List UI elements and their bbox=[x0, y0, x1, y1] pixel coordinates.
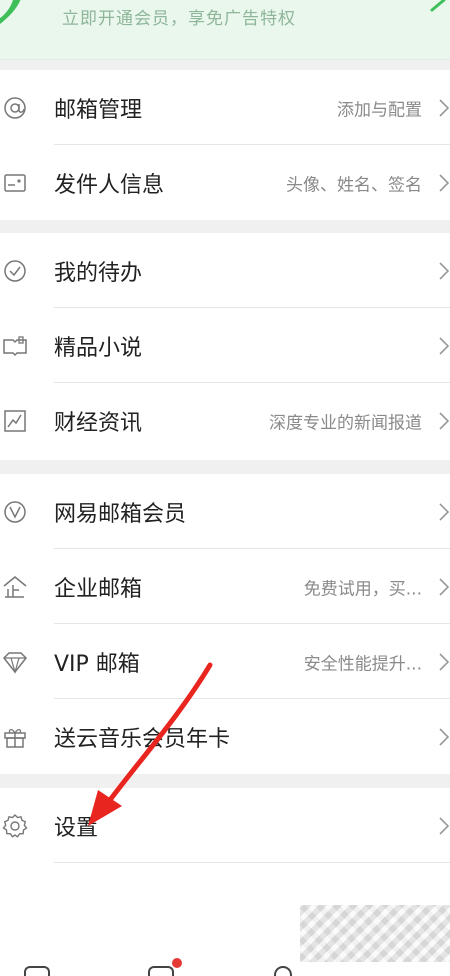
menu-item-cloud-music-gift[interactable]: 送云音乐会员年卡 bbox=[0, 699, 450, 774]
section-gap bbox=[0, 460, 450, 474]
chevron-right-icon bbox=[439, 502, 450, 521]
diamond-icon bbox=[2, 651, 28, 674]
menu-item-label: 邮箱管理 bbox=[54, 97, 143, 123]
menu-item-novels[interactable]: 精品小说 bbox=[0, 308, 450, 383]
menu-item-finance-news[interactable]: 财经资讯 深度专业的新闻报道 bbox=[0, 383, 450, 458]
menu-item-label: 企业邮箱 bbox=[54, 576, 143, 602]
menu-item-enterprise-mail[interactable]: 企业邮箱 免费试用，买... bbox=[0, 549, 450, 624]
check-circle-icon bbox=[4, 259, 26, 282]
vip-promo-banner[interactable]: 立即开通会员，享免广告特权 bbox=[0, 0, 450, 60]
tab-contacts[interactable] bbox=[148, 966, 174, 976]
menu-item-label: VIP 邮箱 bbox=[54, 651, 140, 677]
chevron-right-icon bbox=[439, 727, 450, 746]
chevron-right-icon bbox=[439, 652, 450, 671]
leaf-icon bbox=[0, 0, 21, 24]
id-card-icon bbox=[4, 173, 26, 192]
me-page: 立即开通会员，享免广告特权 邮箱管理 添加与配置 发件人信息 头像、姓名、签名 bbox=[0, 0, 450, 976]
menu-item-netease-membership[interactable]: 网易邮箱会员 bbox=[0, 474, 450, 549]
at-icon bbox=[4, 96, 26, 119]
menu-item-desc: 头像、姓名、签名 bbox=[286, 175, 422, 195]
menu-item-desc: 添加与配置 bbox=[337, 100, 422, 120]
menu-item-label: 送云音乐会员年卡 bbox=[54, 726, 231, 752]
menu-item-sender-info[interactable]: 发件人信息 头像、姓名、签名 bbox=[0, 145, 450, 220]
chevron-right-icon bbox=[439, 173, 450, 192]
chevron-right-icon bbox=[439, 336, 450, 355]
book-icon bbox=[3, 335, 27, 356]
menu-item-desc: 安全性能提升... bbox=[303, 654, 422, 674]
v-badge-icon bbox=[4, 500, 26, 523]
chevron-right-icon bbox=[439, 816, 450, 835]
section-gap bbox=[0, 60, 450, 70]
tab-mail[interactable] bbox=[24, 966, 50, 976]
bottom-tab-bar bbox=[0, 958, 450, 976]
promo-text: 立即开通会员，享免广告特权 bbox=[62, 9, 296, 29]
chart-icon bbox=[4, 409, 26, 432]
menu-item-label: 精品小说 bbox=[54, 335, 143, 361]
enterprise-icon bbox=[3, 575, 27, 598]
menu-item-desc: 深度专业的新闻报道 bbox=[269, 413, 422, 433]
section-gap bbox=[0, 774, 450, 788]
menu-item-vip-mail[interactable]: VIP 邮箱 安全性能提升... bbox=[0, 624, 450, 699]
menu-item-label: 发件人信息 bbox=[54, 172, 165, 198]
menu-item-settings[interactable]: 设置 bbox=[0, 788, 450, 863]
row-divider bbox=[54, 862, 450, 863]
gear-icon bbox=[2, 813, 28, 838]
menu-item-my-todos[interactable]: 我的待办 bbox=[0, 233, 450, 308]
section-gap bbox=[0, 220, 450, 233]
chevron-right-icon bbox=[439, 577, 450, 596]
menu-item-label: 网易邮箱会员 bbox=[54, 501, 187, 527]
menu-item-label: 设置 bbox=[54, 815, 99, 841]
notification-badge bbox=[172, 958, 182, 968]
chevron-right-icon bbox=[439, 261, 450, 280]
menu-item-mailbox-management[interactable]: 邮箱管理 添加与配置 bbox=[0, 70, 450, 145]
chevron-right-icon bbox=[439, 98, 450, 117]
chevron-right-icon bbox=[430, 0, 446, 12]
menu-item-desc: 免费试用，买... bbox=[303, 579, 422, 599]
tab-me[interactable] bbox=[274, 966, 292, 976]
menu-item-label: 财经资讯 bbox=[54, 410, 143, 436]
menu-item-label: 我的待办 bbox=[54, 260, 143, 286]
gift-icon bbox=[4, 728, 26, 748]
chevron-right-icon bbox=[439, 411, 450, 430]
